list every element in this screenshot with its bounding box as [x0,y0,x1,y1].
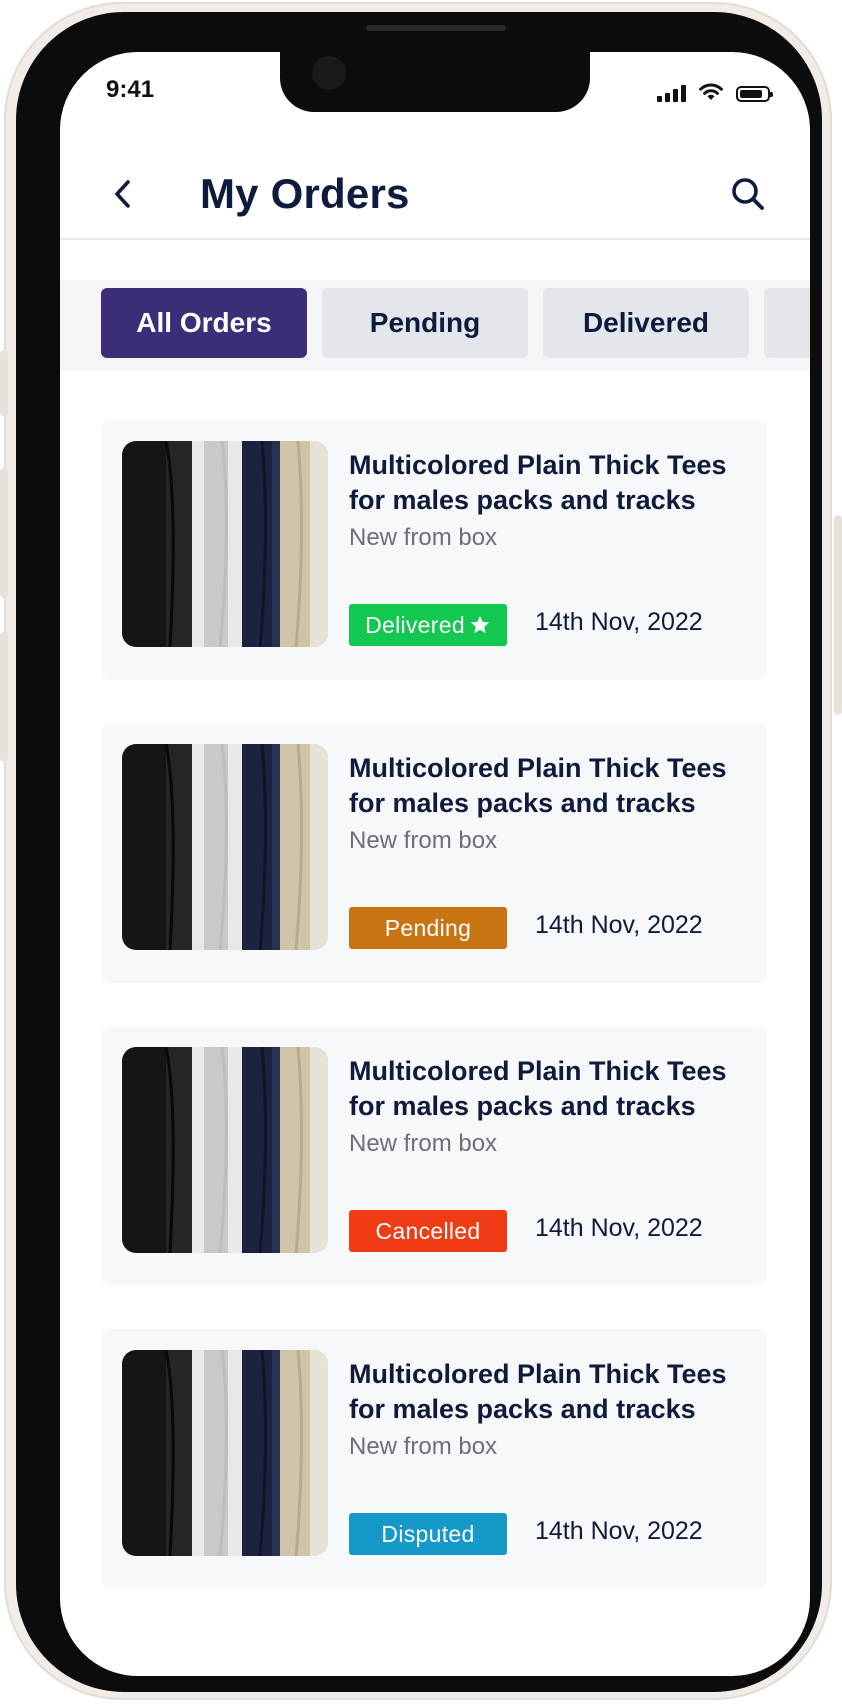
page-title: My Orders [200,170,410,217]
tab-delivered[interactable]: Delivered [543,288,749,358]
order-card[interactable]: Multicolored Plain Thick Tees for males … [101,420,767,680]
search-button[interactable] [726,172,770,216]
header-divider [60,238,810,240]
order-condition: New from box [349,827,498,854]
cellular-signal-icon [657,84,686,102]
order-card[interactable]: Multicolored Plain Thick Tees for males … [101,1329,767,1589]
status-label: Disputed [381,1520,475,1547]
status-badge: Cancelled [349,1210,507,1252]
order-title: Multicolored Plain Thick Tees for males … [349,753,727,818]
order-condition: New from box [349,1433,498,1460]
order-title: Multicolored Plain Thick Tees for males … [349,1359,727,1424]
speaker-grille [366,25,506,31]
battery-icon [736,86,773,102]
volume-down-button [0,632,8,762]
status-badge: Delivered [349,604,507,646]
status-badge: Pending [349,907,507,949]
star-icon [470,615,490,634]
order-date: 14th Nov, 2022 [535,608,703,636]
app-header: My Orders [60,152,810,238]
product-thumbnail [122,1350,328,1556]
notch [280,52,590,112]
tab-all-orders[interactable]: All Orders [101,288,307,358]
app-screen: 9:41 My Orders All Orders Pending Delive… [60,52,810,1676]
order-date: 14th Nov, 2022 [535,1517,703,1545]
wifi-icon [699,83,723,100]
product-thumbnail [122,441,328,647]
order-date: 14th Nov, 2022 [535,1214,703,1242]
order-card[interactable]: Multicolored Plain Thick Tees for males … [101,1026,767,1286]
volume-up-button [0,468,8,598]
mute-switch [0,350,8,416]
phone-frame: 9:41 My Orders All Orders Pending Delive… [16,12,822,1692]
order-card[interactable]: Multicolored Plain Thick Tees for males … [101,723,767,983]
front-camera [312,56,346,90]
order-filter-tabs: All Orders Pending Delivered D [60,280,810,370]
power-button [834,515,842,715]
status-badge: Disputed [349,1513,507,1555]
status-label: Cancelled [375,1217,481,1244]
order-title: Multicolored Plain Thick Tees for males … [349,1056,727,1121]
order-title: Multicolored Plain Thick Tees for males … [349,450,727,515]
status-label: Delivered [365,611,465,638]
order-condition: New from box [349,1130,498,1157]
search-icon [732,178,764,210]
status-label: Pending [384,914,472,941]
chevron-left-icon [115,180,130,208]
product-thumbnail [122,744,328,950]
tab-pending[interactable]: Pending [322,288,528,358]
product-thumbnail [122,1047,328,1253]
status-icons [657,80,773,102]
status-time: 9:41 [106,76,155,103]
order-date: 14th Nov, 2022 [535,911,703,939]
back-button[interactable] [104,176,140,212]
order-condition: New from box [349,524,498,551]
tab-partial[interactable]: D [764,288,810,358]
